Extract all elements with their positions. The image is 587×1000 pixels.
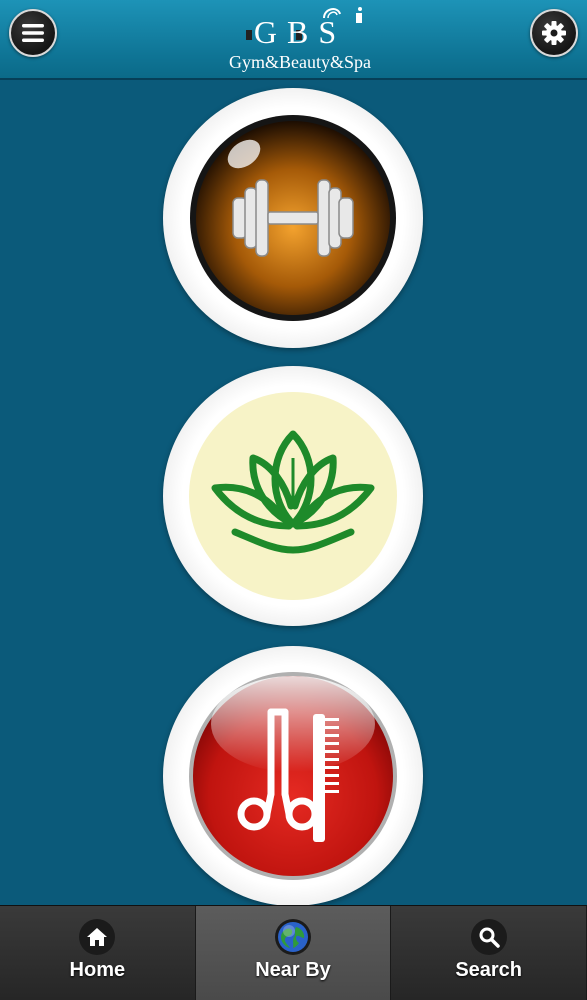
gear-icon xyxy=(542,21,566,45)
nav-near-by[interactable]: Near By xyxy=(195,906,392,1000)
logo-subtitle: Gym&Beauty&Spa xyxy=(229,52,371,72)
bottom-navigation: Home Near By Search xyxy=(0,905,587,1000)
globe-icon xyxy=(275,919,311,955)
spa-category-button[interactable] xyxy=(163,366,423,626)
menu-button[interactable] xyxy=(9,9,57,57)
nav-home-label: Home xyxy=(69,959,126,981)
lotus-icon xyxy=(189,392,397,600)
nav-near-by-label: Near By xyxy=(255,959,331,981)
home-icon xyxy=(79,919,116,955)
app-header: GBS Gym&Beauty&Spa xyxy=(0,0,587,80)
dumbbell-icon xyxy=(190,115,396,321)
beauty-category-button[interactable] xyxy=(163,646,423,906)
search-icon xyxy=(470,919,507,955)
hamburger-menu-icon xyxy=(22,24,44,42)
app-logo: GBS Gym&Beauty&Spa xyxy=(210,2,390,76)
logo-letters: GBS xyxy=(253,14,347,50)
nav-home[interactable]: Home xyxy=(0,906,196,1000)
settings-button[interactable] xyxy=(530,9,578,57)
nav-search[interactable]: Search xyxy=(391,906,587,1000)
gym-category-button[interactable] xyxy=(163,88,423,348)
nav-search-label: Search xyxy=(455,959,523,981)
comb-scissors-icon xyxy=(189,672,397,880)
